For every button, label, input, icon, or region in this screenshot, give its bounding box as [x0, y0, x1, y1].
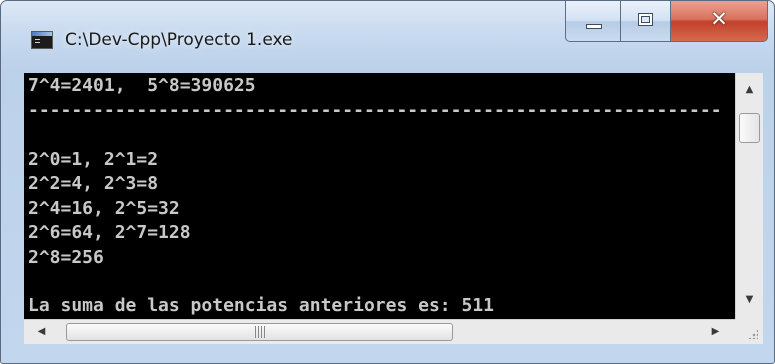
horizontal-scrollbar[interactable]: ◀ ▶ [24, 319, 735, 344]
console-window: C:\Dev-Cpp\Proyecto 1.exe ✕ 7^4=2401, 5^… [0, 0, 775, 364]
scroll-up-icon[interactable]: ▲ [736, 77, 763, 103]
vertical-scrollbar[interactable]: ▲ ▼ [735, 73, 763, 319]
console-result-line: La suma de las potencias anteriores es: … [28, 295, 494, 316]
minimize-icon [586, 24, 602, 29]
vertical-scroll-thumb[interactable] [739, 113, 760, 143]
window-title: C:\Dev-Cpp\Proyecto 1.exe [65, 30, 293, 50]
minimize-button[interactable] [565, 1, 621, 42]
horizontal-scroll-thumb[interactable] [66, 323, 453, 341]
resize-grip-icon[interactable] [735, 319, 763, 344]
maximize-button[interactable] [621, 1, 671, 42]
console-app-icon[interactable] [31, 31, 53, 49]
console-line: 2^6=64, 2^7=128 [28, 222, 191, 243]
console-line: 2^0=1, 2^1=2 [28, 149, 159, 170]
scroll-down-icon[interactable]: ▼ [736, 287, 763, 313]
caption-buttons: ✕ [565, 1, 768, 42]
grip-icon [254, 326, 265, 338]
console-output: 7^4=2401, 5^8=390625 -------------------… [24, 73, 735, 319]
close-icon: ✕ [710, 7, 728, 31]
console-separator: ----------------------------------------… [28, 100, 722, 121]
console-line: 2^2=4, 2^3=8 [28, 173, 159, 194]
scroll-right-icon[interactable]: ▶ [702, 319, 729, 344]
scroll-left-icon[interactable]: ◀ [28, 319, 55, 344]
maximize-icon [637, 13, 653, 26]
console-line: 2^8=256 [28, 247, 104, 268]
console-line: 2^4=16, 2^5=32 [28, 198, 180, 219]
close-button[interactable]: ✕ [671, 1, 768, 42]
console-line: 7^4=2401, 5^8=390625 [28, 75, 256, 96]
